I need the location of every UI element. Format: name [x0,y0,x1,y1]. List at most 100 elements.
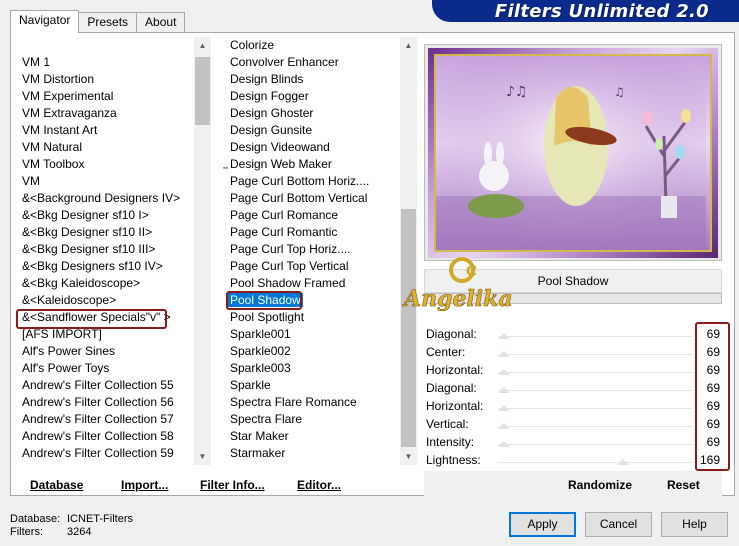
filter-item[interactable]: Pool Shadow Framed [222,275,400,292]
slider-track[interactable] [498,336,692,337]
filter-label: Design Ghoster [230,106,314,120]
apply-button[interactable]: Apply [509,512,576,537]
filter-item[interactable]: Design Fogger [222,88,400,105]
tab-presets[interactable]: Presets [78,12,138,33]
filter-item[interactable]: Spectra Flare [222,411,400,428]
slider-track[interactable] [498,408,692,409]
category-label: [AFS IMPORT] [22,327,102,341]
category-item[interactable]: Andrew's Filter Collection 58 [16,428,194,445]
import-link[interactable]: Import... [121,478,168,492]
category-item[interactable]: Alf's Power Sines [16,343,194,360]
filter-item[interactable]: Convolver Enhancer [222,54,400,71]
filter-item[interactable]: Pool Spotlight [222,309,400,326]
filter-item[interactable]: Page Curl Top Vertical [222,258,400,275]
category-item[interactable]: &<Bkg Designer sf10 III> [16,241,194,258]
filter-label: Sparkle002 [230,344,291,358]
category-item[interactable]: VM Natural [16,139,194,156]
category-label: &<Bkg Designer sf10 II> [22,225,153,239]
filter-item[interactable]: Page Curl Romantic [222,224,400,241]
filter-item[interactable]: Design Gunsite [222,122,400,139]
filter-item[interactable]: Design Videowand [222,139,400,156]
category-item[interactable]: Andrew's Filter Collection 55 [16,377,194,394]
category-item[interactable]: Andrew's Filter Collection 57 [16,411,194,428]
category-scrollbar[interactable]: ▲ ▼ [194,37,211,465]
slider-thumb[interactable] [498,369,510,375]
category-label: Alf's Power Toys [22,361,110,375]
filter-item[interactable]: Colorize [222,37,400,54]
filter-item[interactable]: Page Curl Bottom Horiz.... [222,173,400,190]
filter-item[interactable]: Design Ghoster [222,105,400,122]
scroll-down-icon[interactable]: ▼ [194,448,211,465]
category-item[interactable]: &<Bkg Designer sf10 II> [16,224,194,241]
scroll-up-icon[interactable]: ▲ [400,37,417,54]
filter-item[interactable]: Sparkle001 [222,326,400,343]
category-item[interactable]: VM Toolbox [16,156,194,173]
database-link[interactable]: Database [30,478,83,492]
category-label: VM Instant Art [22,123,98,137]
slider-track[interactable] [498,372,692,373]
filter-item[interactable]: Star Maker [222,428,400,445]
filter-item[interactable]: Sparkle [222,377,400,394]
filter-list[interactable]: Colorize Convolver Enhancer Design Blinds D… [222,37,400,465]
reset-button[interactable]: Reset [667,478,700,492]
category-item[interactable]: VM Instant Art [16,122,194,139]
filter-label: Design Fogger [230,89,309,103]
slider-track[interactable] [498,462,692,463]
filter-item[interactable]: Sparkle003 [222,360,400,377]
filter-label: Convolver Enhancer [230,55,339,69]
slider-track[interactable] [498,426,692,427]
slider-track[interactable] [498,390,692,391]
category-item[interactable]: &<Background Designers IV> [16,190,194,207]
slider-thumb[interactable] [498,333,510,339]
help-button[interactable]: Help [661,512,728,537]
filter-item[interactable]: Spectra Flare Romance [222,394,400,411]
filter-scrollbar[interactable]: ▲ ▼ [400,37,417,465]
scroll-down-icon[interactable]: ▼ [400,448,417,465]
category-item[interactable]: &<Bkg Designer sf10 I> [16,207,194,224]
filter-item[interactable]: Page Curl Romance [222,207,400,224]
filter-item[interactable]: Page Curl Top Horiz.... [222,241,400,258]
preview-artwork: ♪♫ ♫ [436,56,706,250]
scroll-thumb[interactable] [401,209,416,447]
editor-link[interactable]: Editor... [297,478,341,492]
filter-label: Page Curl Top Horiz.... [230,242,351,256]
category-item[interactable]: VM Extravaganza [16,105,194,122]
slider-track[interactable] [498,444,692,445]
cancel-button[interactable]: Cancel [585,512,652,537]
slider-track[interactable] [498,354,692,355]
slider-thumb[interactable] [498,351,510,357]
slider-thumb[interactable] [498,423,510,429]
category-item[interactable]: VM Experimental [16,88,194,105]
category-label: &<Bkg Kaleidoscope> [22,276,141,290]
database-value: ICNET-Filters [67,513,133,525]
category-item[interactable]: VM 1 [16,54,194,71]
filter-item[interactable]: Page Curl Bottom Vertical [222,190,400,207]
tab-about[interactable]: About [136,12,186,33]
slider-thumb[interactable] [498,405,510,411]
category-item[interactable]: &<Kaleidoscope> [16,292,194,309]
category-item[interactable]: &<Bkg Designers sf10 IV> [16,258,194,275]
filter-item[interactable]: ▪▪ Design Web Maker [222,156,400,173]
randomize-button[interactable]: Randomize [568,478,632,492]
category-list[interactable]: VM 1 VM Distortion VM Experimental VM Extra… [16,54,194,465]
category-item[interactable]: Alf's Power Toys [16,360,194,377]
filter-item[interactable]: Starmaker [222,445,400,462]
category-label: Andrew's Filter Collection 58 [22,429,174,443]
filter-item[interactable]: Design Blinds [222,71,400,88]
slider-thumb[interactable] [498,441,510,447]
filter-label: Design Gunsite [230,123,313,137]
filter-label: Design Blinds [230,72,304,86]
category-item[interactable]: VM [16,173,194,190]
category-item[interactable]: &<Bkg Kaleidoscope> [16,275,194,292]
slider-thumb[interactable] [498,387,510,393]
category-item[interactable]: VM Distortion [16,71,194,88]
filter-item[interactable]: Sparkle002 [222,343,400,360]
watermark-logo: C Angelika [402,254,542,314]
slider-thumb[interactable] [617,459,629,465]
filter-info-link[interactable]: Filter Info... [200,478,265,492]
scroll-thumb[interactable] [195,57,210,125]
scroll-up-icon[interactable]: ▲ [194,37,211,54]
category-item[interactable]: Andrew's Filter Collection 59 [16,445,194,462]
category-item[interactable]: Andrew's Filter Collection 56 [16,394,194,411]
tab-navigator[interactable]: Navigator [10,10,80,33]
